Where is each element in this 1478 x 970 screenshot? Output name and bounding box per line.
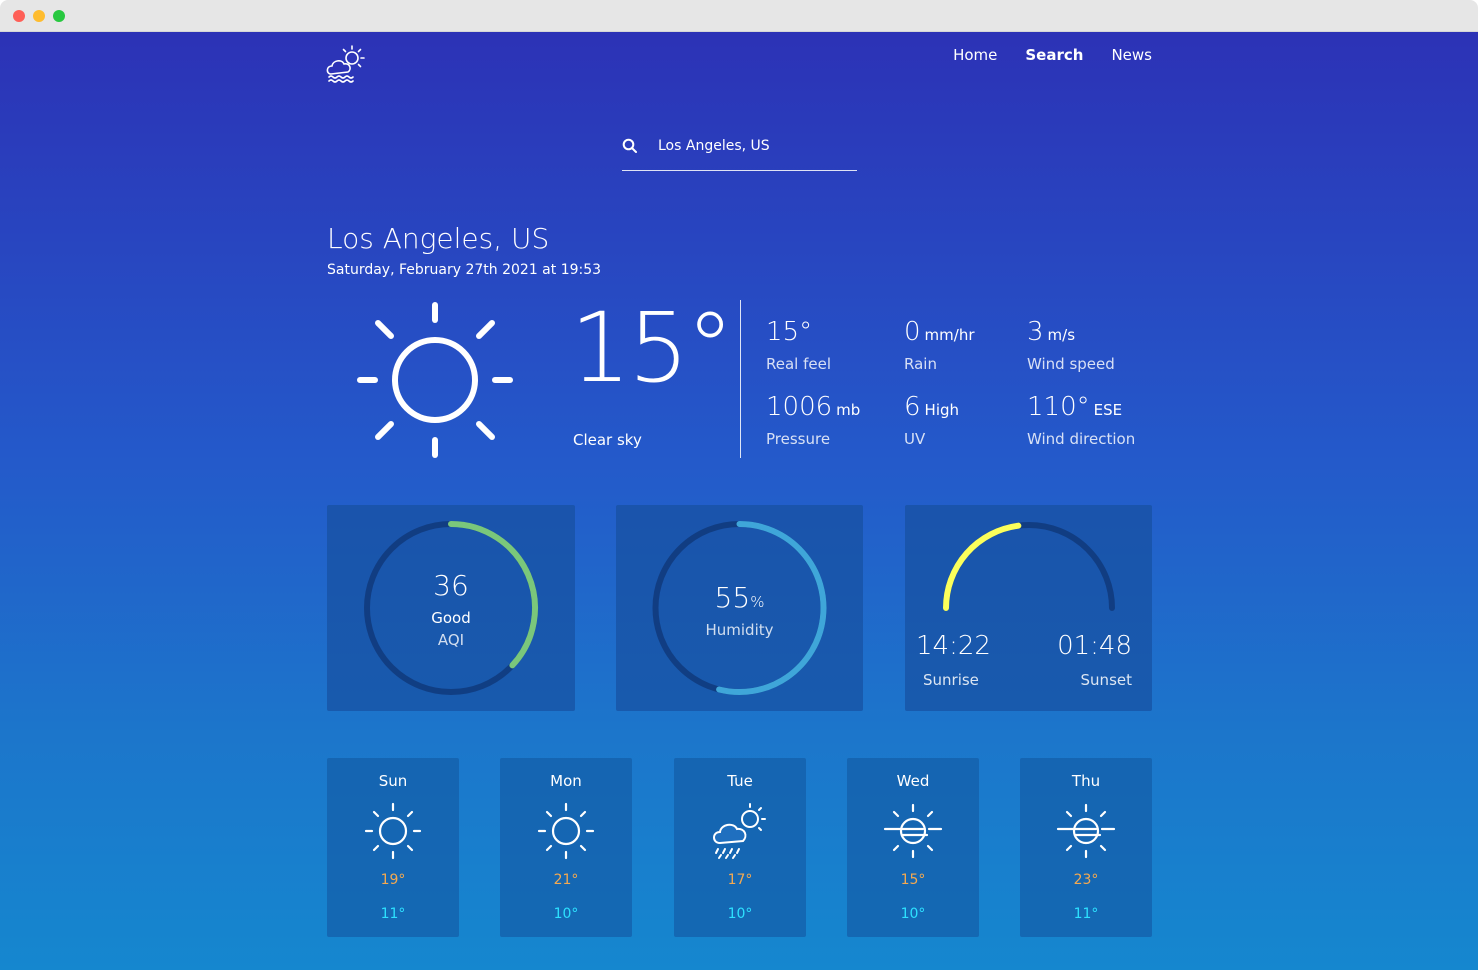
forecast-low: 11° [1073, 906, 1099, 922]
sun-haze-icon [1056, 803, 1116, 859]
forecast-day-name: Wed [896, 772, 930, 790]
top-nav: Home Search News [953, 46, 1152, 64]
sun-cloud-rain-icon [713, 803, 766, 859]
current-datetime: Saturday, February 27th 2021 at 19:53 [327, 262, 602, 278]
window-titlebar [0, 0, 1478, 32]
forecast-high: 15° [900, 872, 926, 888]
sun-icon [357, 302, 513, 458]
humidity-value: 55 [714, 581, 751, 614]
sunrise-time: 14:22 [916, 631, 991, 661]
stat-real-feel: 15° Real feel [766, 319, 831, 373]
stat-unit: High [924, 401, 960, 419]
aqi-status: Good [431, 609, 471, 627]
sun-haze-icon [883, 803, 943, 859]
nav-search-link[interactable]: Search [1025, 46, 1083, 64]
nav-home-link[interactable]: Home [953, 46, 997, 64]
aqi-gauge [364, 521, 538, 695]
forecast-high: 17° [727, 872, 753, 888]
humidity-unit: % [750, 593, 765, 611]
stat-value: 1006 [766, 392, 833, 422]
forecast-day-card: Sun 19° 11° [327, 758, 459, 937]
minimize-window-button[interactable] [33, 10, 45, 22]
stat-unit: m/s [1047, 326, 1076, 344]
stat-value: 0 [904, 317, 921, 347]
stat-value: 3 [1027, 317, 1044, 347]
stat-label: Wind direction [1027, 430, 1136, 448]
stat-value: 110° [1027, 392, 1090, 422]
aqi-card: 36 Good AQI [327, 505, 575, 711]
sun-icon [364, 802, 422, 860]
search-icon[interactable] [622, 138, 638, 154]
forecast-day-name: Tue [727, 772, 753, 790]
forecast-day-name: Sun [378, 772, 408, 790]
stat-unit: mb [836, 401, 861, 419]
city-name: Los Angeles, US [327, 222, 550, 255]
humidity-label: Humidity [705, 621, 774, 639]
stat-rain: 0 mm/hr Rain [904, 319, 975, 373]
forecast-day-name: Mon [550, 772, 582, 790]
stat-label: Real feel [766, 355, 832, 373]
humidity-card: 55% Humidity [616, 505, 863, 711]
forecast-high: 19° [380, 872, 406, 888]
stat-label: UV [904, 430, 926, 448]
current-condition: Clear sky [573, 431, 642, 449]
nav-news-link[interactable]: News [1111, 46, 1152, 64]
browser-window: Home Search News Los Angeles, US Saturda… [0, 0, 1478, 970]
sunset-label: Sunset [1080, 671, 1132, 689]
forecast-day-name: Thu [1071, 772, 1101, 790]
stat-unit: ESE [1093, 401, 1123, 419]
forecast-low: 10° [553, 906, 579, 922]
search-input[interactable] [658, 134, 853, 158]
close-window-button[interactable] [13, 10, 25, 22]
forecast-low: 11° [380, 906, 406, 922]
stat-unit: mm/hr [924, 326, 975, 344]
sun-icon [537, 802, 595, 860]
sunrise-label: Sunrise [923, 671, 979, 689]
stat-value: 6 [904, 392, 921, 422]
humidity-readout: 55% [616, 581, 863, 614]
weather-page: Home Search News Los Angeles, US Saturda… [0, 32, 1478, 970]
forecast-day-card: Wed 15° 10° [847, 758, 979, 937]
forecast-day-card: Mon 21° 10° [500, 758, 632, 937]
forecast-high: 21° [553, 872, 579, 888]
stats-divider [740, 300, 741, 458]
aqi-value: 36 [433, 569, 469, 602]
forecast-day-card: Thu 23° 11° [1020, 758, 1152, 937]
forecast-day-card: Tue 17° 10° [674, 758, 806, 937]
forecast-high: 23° [1073, 872, 1099, 888]
location-search [622, 124, 857, 171]
forecast-low: 10° [727, 906, 753, 922]
current-temperature: 15° [570, 292, 734, 404]
stat-label: Rain [904, 355, 937, 373]
stat-value: 15° [766, 317, 813, 347]
stat-wind-direction: 110° ESE Wind direction [1027, 394, 1135, 448]
sun-progress-arc [943, 522, 1022, 611]
stat-wind-speed: 3 m/s Wind speed [1027, 319, 1115, 373]
stat-label: Wind speed [1027, 355, 1115, 373]
forecast-low: 10° [900, 906, 926, 922]
aqi-label: AQI [437, 631, 465, 649]
maximize-window-button[interactable] [53, 10, 65, 22]
app-logo-icon[interactable] [325, 44, 367, 84]
stat-label: Pressure [766, 430, 831, 448]
sun-times-card: 14:22 Sunrise 01:48 Sunset [905, 505, 1152, 711]
stat-uv: 6 High UV [904, 394, 959, 448]
sunset-time: 01:48 [1057, 631, 1132, 661]
stat-pressure: 1006 mb Pressure [766, 394, 860, 448]
